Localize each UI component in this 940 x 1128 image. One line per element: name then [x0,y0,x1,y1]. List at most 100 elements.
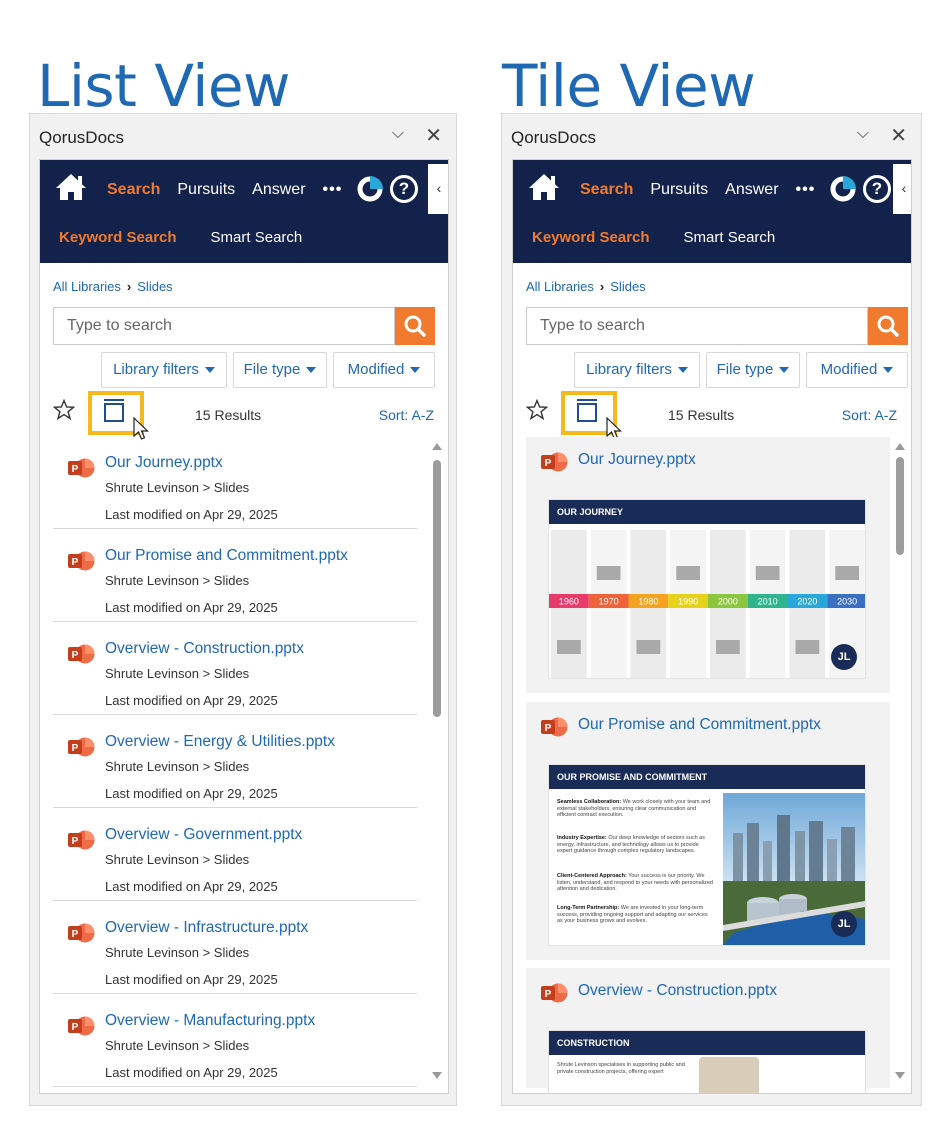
more-menu[interactable]: ••• [796,181,816,198]
slide-thumbnail[interactable]: OUR PROMISE AND COMMITMENT Seamless Coll… [548,764,866,946]
nav-tabs: Search Pursuits Answer ••• [580,181,832,199]
tab-pursuits[interactable]: Pursuits [650,181,708,198]
file-name-link[interactable]: Overview - Government.pptx [105,826,302,844]
file-name-link[interactable]: Overview - Construction.pptx [578,982,777,1000]
tab-answer[interactable]: Answer [725,181,778,198]
search-button[interactable] [395,307,435,345]
library-filters-label: Library filters [586,361,672,378]
results-count: 15 Results [195,407,262,423]
refresh-icon[interactable] [357,176,383,202]
scroll-down-icon[interactable] [432,1072,442,1079]
file-name-link[interactable]: Our Promise and Commitment.pptx [105,547,348,565]
tab-keyword-search[interactable]: Keyword Search [59,229,177,246]
svg-text:P: P [545,458,552,469]
tab-search[interactable]: Search [580,181,633,198]
timeline-year: 1970 [599,597,619,607]
svg-text:P: P [72,929,79,940]
breadcrumb-all-libraries[interactable]: All Libraries [526,279,594,294]
powerpoint-icon: P [68,1016,95,1036]
file-type-dropdown[interactable]: File type [706,352,800,388]
scroll-down-icon[interactable] [895,1072,905,1079]
scrollbar[interactable] [431,437,443,1093]
company-logo: JL [831,644,857,670]
search-input[interactable] [527,308,867,344]
modified-dropdown[interactable]: Modified [333,352,435,388]
list-item[interactable]: P Our Journey.pptx Shrute Levinson > Slide… [53,437,417,529]
star-icon[interactable] [53,399,75,421]
sort-control[interactable]: Sort: A-Z [842,407,897,423]
list-item[interactable]: P Overview - Energy & Utilities.pptx Shrut… [53,716,417,808]
panel-content: Search Pursuits Answer ••• ? ‹ Keyword Sear… [512,159,912,1094]
nav-bar: Search Pursuits Answer ••• ? ‹ Keyword Sear… [40,160,448,263]
star-icon[interactable] [526,399,548,421]
paragraph-heading: Seamless Collaboration: [557,799,622,805]
collapse-panel-button[interactable]: ‹ [893,164,911,214]
scroll-up-icon[interactable] [432,443,442,450]
file-location: Shrute Levinson > Slides [105,1038,250,1053]
collapse-panel-button[interactable]: ‹ [428,164,448,214]
scrollbar[interactable] [894,437,906,1093]
home-icon[interactable] [527,172,561,202]
powerpoint-icon: P [541,983,568,1003]
app-name: QorusDocs [511,128,597,147]
file-name-link[interactable]: Overview - Energy & Utilities.pptx [105,733,335,751]
breadcrumb-slides[interactable]: Slides [137,279,172,294]
scrollbar-thumb[interactable] [896,457,904,555]
file-name-link[interactable]: Overview - Construction.pptx [105,640,304,658]
timeline-image [716,640,740,654]
tab-smart-search[interactable]: Smart Search [684,229,776,246]
close-icon[interactable]: ✕ [890,123,907,148]
list-view-panel: QorusDocs ⌵ ✕ Search Pursuits Answer ••• ? … [29,113,457,1106]
chevron-down-icon[interactable]: ⌵ [392,125,404,143]
tab-search[interactable]: Search [107,181,160,198]
result-tile[interactable]: P Our Journey.pptx OUR JOURNEY 1960 1970 1… [526,437,890,693]
breadcrumb-all-libraries[interactable]: All Libraries [53,279,121,294]
close-icon[interactable]: ✕ [425,123,442,148]
chevron-down-icon[interactable]: ⌵ [857,125,869,143]
file-type-dropdown[interactable]: File type [233,352,327,388]
list-item[interactable]: P Overview - Construction.pptx Shrute Levi… [53,623,417,715]
panel-titlebar: QorusDocs ⌵ ✕ [502,114,921,158]
file-name-link[interactable]: Our Journey.pptx [105,454,223,472]
result-tile[interactable]: P Our Promise and Commitment.pptx OUR PR… [526,702,890,960]
tile-header: P Our Journey.pptx [526,437,890,483]
timeline-year: 1980 [638,597,658,607]
timeline-year: 2020 [797,597,817,607]
file-name-link[interactable]: Overview - Infrastructure.pptx [105,919,308,937]
file-name-link[interactable]: Our Journey.pptx [578,451,696,469]
list-item[interactable]: P Our Promise and Commitment.pptx Shrute L… [53,530,417,622]
list-item[interactable]: P Overview - Manufacturing.pptx Shrute Lev… [53,995,417,1087]
search-field[interactable] [53,307,395,345]
result-tile[interactable]: P Overview - Construction.pptx CONSTRUCT… [526,968,890,1093]
file-name-link[interactable]: Overview - Manufacturing.pptx [105,1012,315,1030]
last-modified: Last modified on Apr 29, 2025 [105,1065,278,1080]
search-input[interactable] [54,308,394,344]
more-menu[interactable]: ••• [323,181,343,198]
scrollbar-thumb[interactable] [433,460,441,717]
list-item[interactable]: P Overview - Infrastructure.pptx Shrute Le… [53,902,417,994]
list-item[interactable]: P Overview - Government.pptx Shrute Levins… [53,809,417,901]
tab-answer[interactable]: Answer [252,181,305,198]
file-type-label: File type [243,361,301,378]
svg-text:P: P [72,650,79,661]
slide-thumbnail[interactable]: CONSTRUCTION Shrute Levinson specialises… [548,1030,866,1093]
tab-pursuits[interactable]: Pursuits [177,181,235,198]
refresh-icon[interactable] [830,176,856,202]
tab-smart-search[interactable]: Smart Search [211,229,303,246]
search-button[interactable] [868,307,908,345]
library-filters-dropdown[interactable]: Library filters [574,352,700,388]
search-field[interactable] [526,307,868,345]
sort-control[interactable]: Sort: A-Z [379,407,434,423]
library-filters-dropdown[interactable]: Library filters [101,352,227,388]
home-icon[interactable] [54,172,88,202]
help-icon[interactable]: ? [863,175,891,203]
sort-value: A-Z [874,407,897,423]
modified-dropdown[interactable]: Modified [806,352,908,388]
tile-header: P Our Promise and Commitment.pptx [526,702,890,748]
scroll-up-icon[interactable] [895,443,905,450]
help-icon[interactable]: ? [390,175,418,203]
file-name-link[interactable]: Our Promise and Commitment.pptx [578,716,821,734]
slide-thumbnail[interactable]: OUR JOURNEY 1960 1970 1980 1990 2000 2010 2020… [548,499,866,679]
tab-keyword-search[interactable]: Keyword Search [532,229,650,246]
breadcrumb-slides[interactable]: Slides [610,279,645,294]
